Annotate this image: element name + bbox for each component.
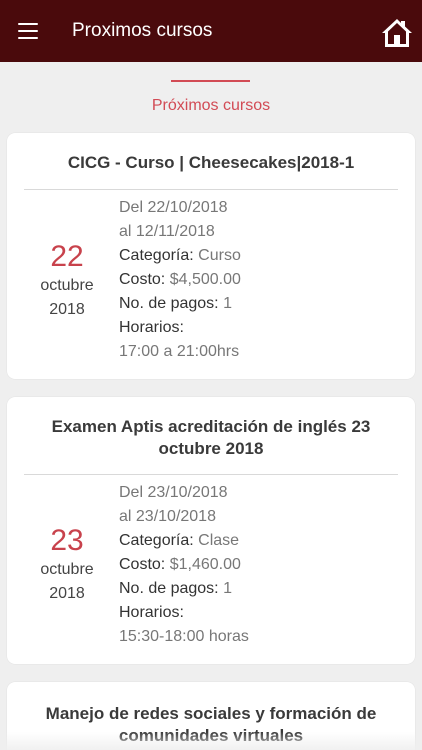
course-title: Examen Aptis acreditación de inglés 23 o… bbox=[51, 417, 371, 458]
date-day: 22 bbox=[50, 240, 84, 273]
pagos-label: No. de pagos: bbox=[119, 295, 219, 312]
course-date: 23 octubre 2018 bbox=[7, 524, 127, 606]
horarios-label: Horarios: bbox=[119, 604, 184, 621]
tab-proximos-cursos[interactable]: Próximos cursos bbox=[0, 97, 422, 115]
date-year: 2018 bbox=[49, 301, 85, 318]
menu-icon[interactable] bbox=[18, 23, 38, 39]
course-card[interactable]: CICG - Curso | Cheesecakes|2018-1 22 oct… bbox=[7, 133, 415, 379]
horarios-value: 15:30-18:00 horas bbox=[119, 628, 249, 645]
costo-value: $1,460.00 bbox=[169, 556, 241, 573]
categoria-label: Categoría: bbox=[119, 532, 194, 549]
course-title: CICG - Curso | Cheesecakes|2018-1 bbox=[67, 153, 355, 172]
costo-value: $4,500.00 bbox=[169, 271, 241, 288]
horarios-label: Horarios: bbox=[119, 319, 184, 336]
date-year: 2018 bbox=[49, 585, 85, 602]
date-day: 23 bbox=[50, 524, 84, 557]
date-from: Del 22/10/2018 bbox=[119, 199, 228, 216]
home-icon[interactable] bbox=[381, 17, 413, 49]
date-month: octubre bbox=[40, 561, 94, 578]
pagos-value: 1 bbox=[223, 295, 232, 312]
course-info: Del 22/10/2018 al 12/11/2018 Categoría: … bbox=[119, 196, 241, 364]
date-from: Del 23/10/2018 bbox=[119, 484, 228, 501]
date-to: al 23/10/2018 bbox=[119, 508, 216, 525]
categoria-label: Categoría: bbox=[119, 247, 194, 264]
costo-label: Costo: bbox=[119, 556, 166, 573]
pagos-value: 1 bbox=[223, 580, 232, 597]
tab-indicator bbox=[171, 80, 250, 82]
course-date: 22 octubre 2018 bbox=[7, 240, 127, 322]
horarios-value: 17:00 a 21:00hrs bbox=[119, 343, 240, 360]
course-title: Manejo de redes sociales y formación de … bbox=[45, 704, 377, 745]
categoria-value: Curso bbox=[198, 247, 241, 264]
divider bbox=[24, 474, 398, 475]
page-title: Proximos cursos bbox=[72, 20, 213, 41]
divider bbox=[24, 189, 398, 190]
date-to: al 12/11/2018 bbox=[119, 223, 215, 240]
costo-label: Costo: bbox=[119, 271, 166, 288]
categoria-value: Clase bbox=[198, 532, 240, 549]
course-info: Del 23/10/2018 al 23/10/2018 Categoría: … bbox=[119, 481, 249, 649]
course-card[interactable]: Examen Aptis acreditación de inglés 23 o… bbox=[7, 397, 415, 664]
app-bar: Proximos cursos bbox=[0, 0, 422, 62]
date-month: octubre bbox=[40, 277, 94, 294]
pagos-label: No. de pagos: bbox=[119, 580, 219, 597]
course-card[interactable]: Manejo de redes sociales y formación de … bbox=[7, 682, 415, 750]
